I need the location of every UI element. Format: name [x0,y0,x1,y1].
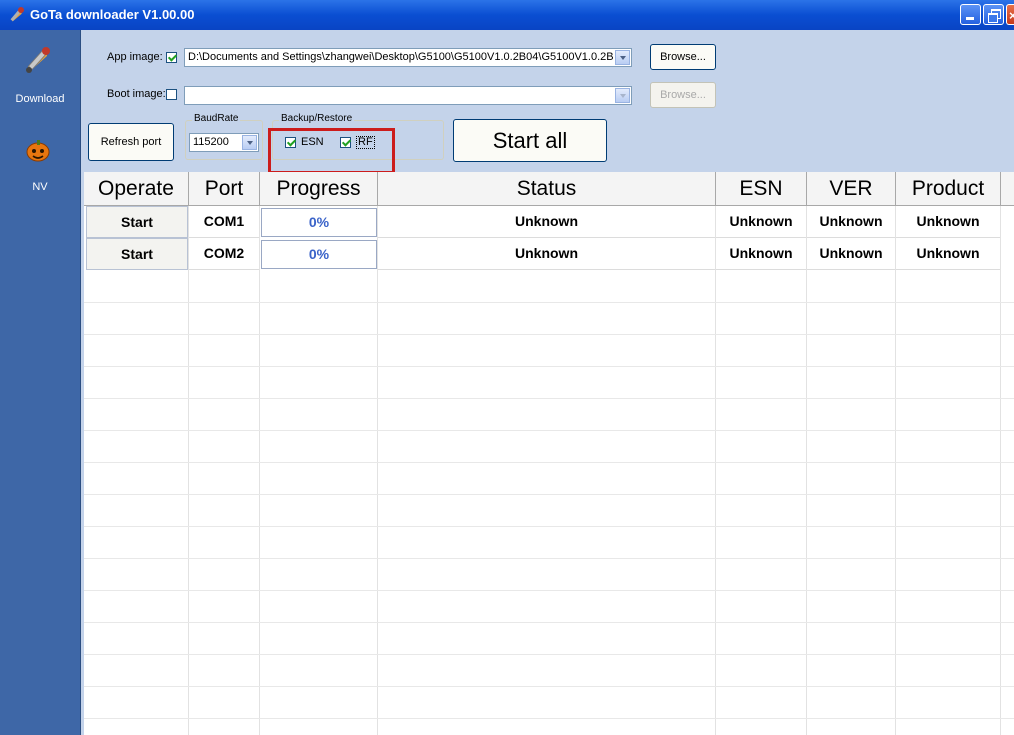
row-esn: Unknown [716,206,807,238]
row-esn: Unknown [716,238,807,270]
grid-column-line [715,206,716,735]
row-progress: 0% [261,240,377,269]
column-header-ver[interactable]: VER [807,172,896,206]
pumpkin-icon[interactable] [22,134,54,166]
app-icon [10,7,24,22]
grid-row-line [84,622,1014,623]
row-port: COM2 [189,238,260,270]
row-port: COM1 [189,206,260,238]
column-header-status[interactable]: Status [378,172,716,206]
app-image-browse-button[interactable]: Browse... [650,44,716,70]
column-header-esn[interactable]: ESN [716,172,807,206]
highlight-box [268,128,395,174]
baudrate-value: 115200 [193,136,229,148]
app-image-label: App image: [107,51,163,63]
grid-column-line [806,206,807,735]
backup-restore-group-label: Backup/Restore [279,113,355,124]
row-start-button[interactable]: Start [86,206,188,238]
window-title: GoTa downloader V1.00.00 [30,7,195,22]
app-image-checkbox[interactable] [166,52,177,63]
column-header-port[interactable]: Port [189,172,260,206]
refresh-port-button[interactable]: Refresh port [88,123,174,161]
grid-row-line [84,558,1014,559]
grid-column-line [895,206,896,735]
boot-image-checkbox[interactable] [166,89,177,100]
grid-row-line [84,398,1014,399]
baudrate-combo[interactable]: 115200 [189,133,259,152]
column-header-product[interactable]: Product [896,172,1001,206]
row-status: Unknown [378,238,716,270]
grid-row-line [84,302,1014,303]
device-table: Operate Port Progress Status ESN VER Pro… [84,172,1014,735]
grid-row-line [84,686,1014,687]
row-status: Unknown [378,206,716,238]
row-progress: 0% [261,208,377,237]
minimize-icon [966,17,974,20]
table-row: Start COM2 0% Unknown Unknown Unknown Un… [84,238,1014,270]
baudrate-group-label: BaudRate [192,113,241,124]
grid-row-line [84,590,1014,591]
grid-row-line [84,654,1014,655]
chevron-down-icon[interactable] [615,50,630,65]
boot-image-browse-button[interactable]: Browse... [650,82,716,108]
grid-row-line [84,366,1014,367]
boot-image-path-combo[interactable] [184,86,632,105]
grid-row-line [84,718,1014,719]
grid-column-line [188,206,189,735]
sidebar-item-download[interactable]: Download [0,93,80,105]
start-all-button[interactable]: Start all [453,119,607,162]
sidebar-item-nv[interactable]: NV [0,181,80,193]
row-product: Unknown [896,206,1001,238]
close-icon: × [1009,8,1014,23]
row-start-button[interactable]: Start [86,238,188,270]
grid-row-line [84,494,1014,495]
column-header-progress[interactable]: Progress [260,172,378,206]
app-image-path-combo[interactable]: D:\Documents and Settings\zhangwei\Deskt… [184,48,632,67]
row-product: Unknown [896,238,1001,270]
chevron-down-icon[interactable] [242,135,257,150]
grid-column-line [377,206,378,735]
grid-row-line [84,526,1014,527]
grid-column-line [1000,206,1001,735]
grid-row-line [84,462,1014,463]
minimize-button[interactable] [960,4,981,25]
sidebar: Download NV [0,30,81,735]
row-ver: Unknown [807,238,896,270]
row-ver: Unknown [807,206,896,238]
table-row: Start COM1 0% Unknown Unknown Unknown Un… [84,206,1014,238]
column-header-filler [1001,172,1014,206]
close-button[interactable]: × [1006,4,1014,25]
chevron-down-icon[interactable] [615,88,630,103]
grid-row-line [84,430,1014,431]
grid-column-line [259,206,260,735]
tools-icon[interactable] [22,44,54,76]
app-image-path-text: D:\Documents and Settings\zhangwei\Deskt… [188,51,614,63]
title-bar[interactable]: GoTa downloader V1.00.00 × [0,0,1014,30]
boot-image-label: Boot image: [107,88,166,100]
restore-button[interactable] [983,4,1004,25]
column-header-operate[interactable]: Operate [84,172,189,206]
grid-row-line [84,334,1014,335]
